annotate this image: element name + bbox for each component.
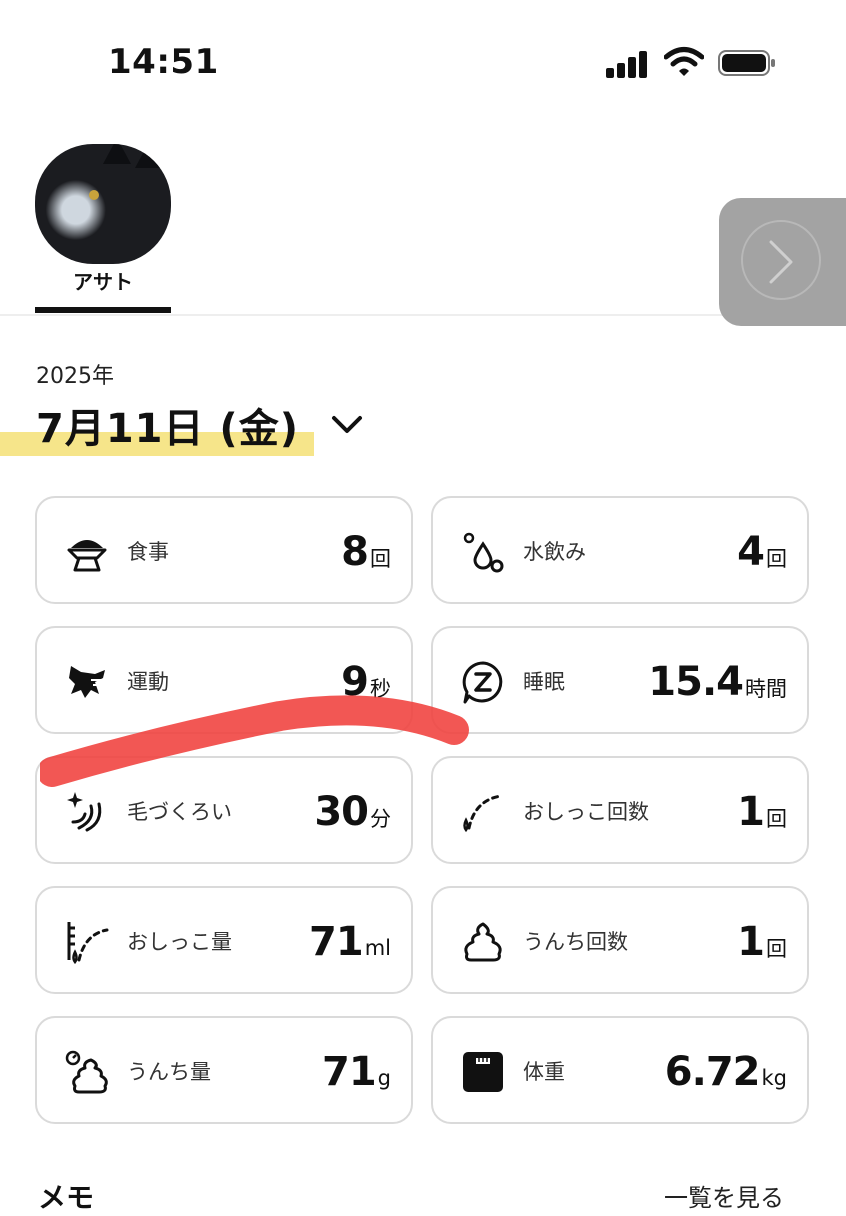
next-pet-button[interactable] — [719, 198, 846, 326]
stat-unit: 分 — [370, 807, 391, 831]
pee-amount-icon — [67, 922, 109, 964]
stat-value: 15.4 時間 — [648, 628, 787, 736]
stat-unit: g — [377, 1066, 391, 1090]
stat-number: 15.4 — [648, 659, 744, 705]
stat-label: 睡眠 — [523, 670, 565, 694]
stat-number: 4 — [737, 529, 765, 575]
stat-value: 1 回 — [737, 758, 787, 866]
stat-label: うんち回数 — [523, 930, 628, 954]
stat-number: 1 — [737, 919, 765, 965]
stat-label: 食事 — [127, 540, 169, 564]
stat-card-poop-count[interactable]: うんち回数 1 回 — [431, 886, 809, 994]
stat-unit: 回 — [766, 937, 787, 961]
year-label: 2025年 — [36, 364, 114, 389]
weight-scale-icon — [463, 1052, 503, 1092]
running-cat-icon — [69, 666, 107, 698]
stat-card-weight[interactable]: 体重 6.72 kg — [431, 1016, 809, 1124]
stat-unit: 秒 — [370, 677, 391, 701]
stat-unit: 回 — [766, 807, 787, 831]
poop-amount-icon — [65, 1050, 108, 1094]
pet-tab-bar: アサト — [0, 130, 846, 330]
stat-value: 71 ml — [309, 888, 391, 996]
stat-card-exercise[interactable]: 運動 9 秒 — [35, 626, 413, 734]
poop-count-icon — [464, 922, 502, 962]
stat-number: 6.72 — [664, 1049, 761, 1095]
status-bar: 14:51 — [0, 0, 846, 120]
stat-card-food[interactable]: 食事 8 回 — [35, 496, 413, 604]
stat-card-pee-amount[interactable]: おしっこ量 71 ml — [35, 886, 413, 994]
stat-unit: 時間 — [745, 677, 787, 701]
stat-unit: ml — [364, 936, 391, 960]
stat-card-pee-count[interactable]: おしっこ回数 1 回 — [431, 756, 809, 864]
pet-avatar[interactable] — [35, 144, 171, 264]
stat-label: うんち量 — [127, 1060, 211, 1084]
stat-value: 4 回 — [737, 498, 787, 606]
stat-card-sleep[interactable]: 睡眠 15.4 時間 — [431, 626, 809, 734]
stat-value: 9 秒 — [341, 628, 391, 736]
stat-value: 71 g — [322, 1018, 391, 1126]
stat-card-poop-amount[interactable]: うんち量 71 g — [35, 1016, 413, 1124]
stat-card-grooming[interactable]: 毛づくろい 30 分 — [35, 756, 413, 864]
grooming-icon — [67, 792, 102, 832]
cellular-signal-icon — [606, 50, 650, 78]
stat-label: おしっこ量 — [127, 930, 232, 954]
stat-number: 71 — [321, 1049, 377, 1095]
stat-unit: kg — [761, 1066, 788, 1090]
chevron-right-icon — [769, 240, 793, 284]
food-bowl-icon — [67, 540, 107, 572]
stat-label: 毛づくろい — [127, 800, 232, 824]
pet-name[interactable]: アサト — [35, 266, 171, 295]
battery-icon — [718, 50, 775, 76]
stat-value: 1 回 — [737, 888, 787, 996]
stat-unit: 回 — [370, 547, 391, 571]
stat-value: 8 回 — [341, 498, 391, 606]
tab-divider — [0, 314, 846, 316]
stat-label: 水飲み — [523, 540, 586, 564]
stat-number: 30 — [314, 789, 369, 835]
view-all-link[interactable]: 一覧を見る — [664, 1178, 784, 1213]
stat-number: 8 — [341, 529, 369, 575]
stat-unit: 回 — [766, 547, 787, 571]
date-title[interactable]: 7月11日 (金) — [36, 396, 299, 454]
chevron-down-icon[interactable] — [330, 414, 364, 436]
memo-title: メモ — [38, 1181, 95, 1214]
selected-tab-indicator — [35, 307, 171, 313]
stat-label: おしっこ回数 — [523, 800, 649, 824]
stat-label: 体重 — [523, 1060, 565, 1084]
sleep-icon — [462, 661, 503, 704]
status-time: 14:51 — [108, 42, 219, 82]
stat-card-water[interactable]: 水飲み 4 回 — [431, 496, 809, 604]
stat-number: 1 — [737, 789, 765, 835]
water-drop-icon — [463, 532, 504, 573]
stat-number: 71 — [309, 919, 364, 965]
stat-value: 6.72 kg — [665, 1018, 787, 1126]
stat-number: 9 — [341, 659, 369, 705]
stat-label: 運動 — [127, 670, 169, 694]
wifi-icon — [664, 47, 704, 76]
stat-value: 30 分 — [314, 758, 391, 866]
pee-count-icon — [463, 794, 503, 833]
